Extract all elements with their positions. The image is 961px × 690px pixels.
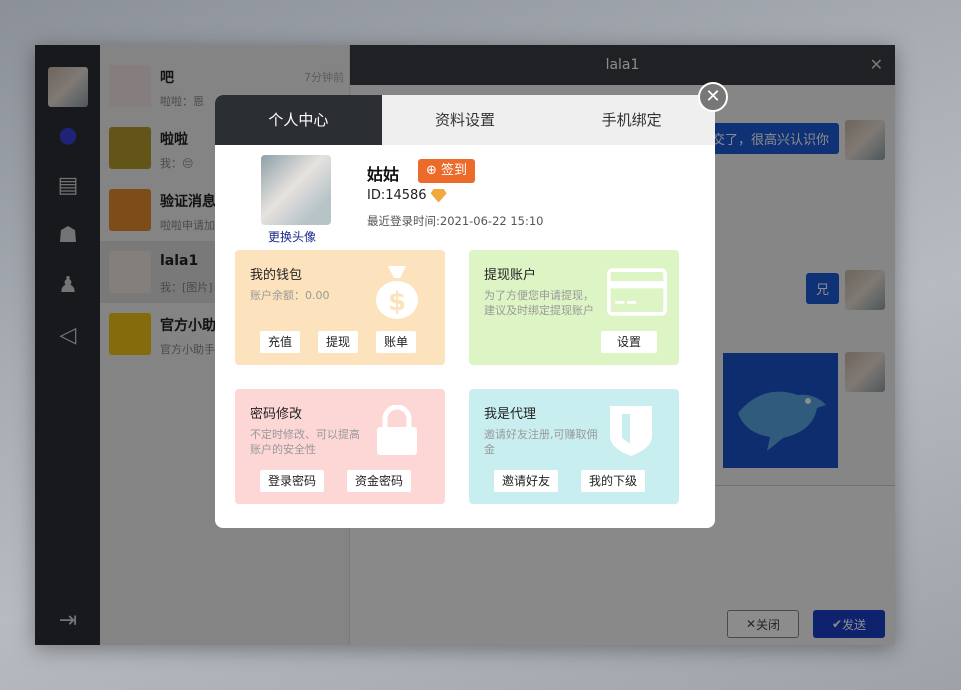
svg-text:$: $ bbox=[388, 287, 406, 317]
money-bag-icon: $ bbox=[367, 262, 427, 322]
lock-icon bbox=[367, 401, 427, 461]
bill-button[interactable]: 账单 bbox=[376, 331, 417, 353]
username: 姑姑 bbox=[367, 165, 400, 184]
last-login-time: 最近登录时间:2021-06-22 15:10 bbox=[367, 214, 544, 228]
card-title: 我是代理 bbox=[484, 407, 537, 422]
card-desc: 账户余额：0.00 bbox=[250, 289, 330, 302]
invite-friends-button[interactable]: 邀请好友 bbox=[494, 470, 559, 492]
agent-card: 我是代理 邀请好友注册,可赚取佣金 邀请好友 我的下级 bbox=[469, 389, 679, 504]
fund-password-button[interactable]: 资金密码 bbox=[347, 470, 412, 492]
personal-center-modal: 个人中心 资料设置 手机绑定 更换头像 姑姑 ⊕ 签到 ID:14586 最近登… bbox=[215, 95, 715, 528]
sign-in-button[interactable]: ⊕ 签到 bbox=[418, 159, 476, 183]
card-title: 我的钱包 bbox=[250, 268, 303, 283]
card-desc: 不定时修改、可以提高账户的安全性 bbox=[250, 428, 360, 456]
card-desc: 为了方便您申请提现，建议及时绑定提现账户 bbox=[484, 289, 594, 317]
settings-button[interactable]: 设置 bbox=[601, 331, 658, 353]
recharge-button[interactable]: 充值 bbox=[260, 331, 301, 353]
profile-avatar[interactable] bbox=[261, 155, 331, 225]
user-id: ID:14586 bbox=[367, 188, 447, 203]
tab-personal-center[interactable]: 个人中心 bbox=[215, 95, 382, 145]
my-subordinates-button[interactable]: 我的下级 bbox=[581, 470, 646, 492]
card-title: 密码修改 bbox=[250, 407, 303, 422]
wallet-card: 我的钱包 账户余额：0.00 $ 充值 提现 账单 bbox=[235, 250, 445, 365]
card-desc: 邀请好友注册,可赚取佣金 bbox=[484, 428, 598, 456]
change-avatar-link[interactable]: 更换头像 bbox=[268, 228, 316, 245]
close-icon[interactable]: ✕ bbox=[698, 82, 728, 112]
tab-phone-binding[interactable]: 手机绑定 bbox=[548, 95, 715, 145]
tab-profile-settings[interactable]: 资料设置 bbox=[382, 95, 549, 145]
modal-tabs: 个人中心 资料设置 手机绑定 bbox=[215, 95, 715, 145]
login-password-button[interactable]: 登录密码 bbox=[260, 470, 325, 492]
withdraw-account-card: 提现账户 为了方便您申请提现，建议及时绑定提现账户 设置 bbox=[469, 250, 679, 365]
withdraw-button[interactable]: 提现 bbox=[318, 331, 359, 353]
password-card: 密码修改 不定时修改、可以提高账户的安全性 登录密码 资金密码 bbox=[235, 389, 445, 504]
credit-card-icon bbox=[607, 262, 667, 322]
diamond-icon bbox=[430, 188, 447, 203]
card-title: 提现账户 bbox=[484, 268, 537, 283]
shield-icon bbox=[601, 401, 661, 461]
